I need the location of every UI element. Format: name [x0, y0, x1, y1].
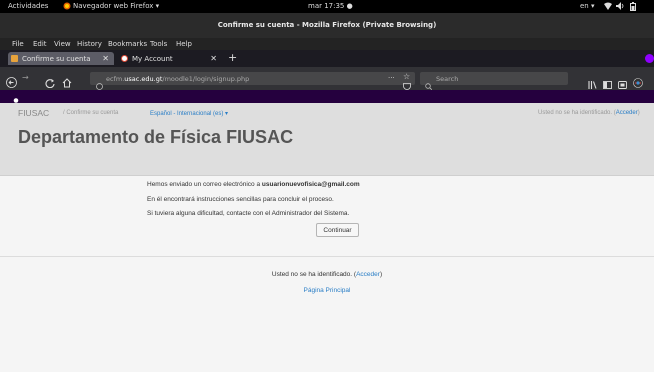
tab-strip: Confirme su cuenta ✕ My Account ✕ +: [0, 50, 654, 67]
private-mask-icon: [645, 54, 654, 63]
continue-button[interactable]: Continuar: [316, 223, 359, 237]
confirmation-message-2: En él encontrará instrucciones sencillas…: [147, 196, 334, 203]
url-prefix: ecfm.: [106, 75, 125, 83]
battery-icon[interactable]: [630, 2, 636, 13]
footer-status-close: ): [379, 271, 383, 278]
login-status: Usted no se ha identificado. (Acceder): [538, 110, 640, 116]
menu-bar: File Edit View History Bookmarks Tools H…: [0, 38, 654, 50]
google-favicon-icon: [121, 55, 128, 62]
search-input[interactable]: Search: [420, 72, 568, 91]
login-status-text: Usted no se ha identificado. (: [538, 110, 616, 116]
gnome-top-bar: Actividades Navegador web Firefox ▾ mar …: [0, 0, 654, 13]
tab-confirme-su-cuenta[interactable]: Confirme su cuenta ✕: [8, 52, 114, 65]
footer-home-link[interactable]: Página Principal: [0, 287, 654, 294]
tab-label: Confirme su cuenta: [22, 55, 91, 63]
window-titlebar: Confirme su cuenta - Mozilla Firefox (Pr…: [0, 13, 654, 38]
window-title: Confirme su cuenta - Mozilla Firefox (Pr…: [217, 21, 437, 29]
menu-view[interactable]: View: [54, 40, 71, 48]
menu-history[interactable]: History: [77, 40, 102, 48]
url-domain: usac.edu.gt: [124, 75, 163, 83]
menu-bookmarks[interactable]: Bookmarks: [108, 40, 147, 48]
login-status-close: ): [637, 110, 640, 116]
message-prefix: Hemos enviado un correo electrónico a: [147, 181, 262, 188]
close-icon[interactable]: ✕: [102, 54, 109, 63]
moodle-favicon-icon: [11, 55, 18, 62]
footer-login-link[interactable]: Acceder: [356, 271, 380, 278]
page-actions-button[interactable]: ···: [388, 74, 395, 82]
confirmation-message-3: Si tuviera alguna dificultad, contacte c…: [147, 210, 350, 217]
bookmark-star-icon[interactable]: ☆: [403, 72, 410, 81]
url-path: /moodle1/login/signup.php: [162, 75, 250, 83]
language-indicator[interactable]: en ▾: [580, 2, 594, 10]
menu-edit[interactable]: Edit: [33, 40, 47, 48]
tab-my-account[interactable]: My Account ✕: [118, 52, 222, 65]
confirmation-message-1: Hemos enviado un correo electrónico a us…: [147, 181, 360, 188]
forward-icon[interactable]: →: [22, 73, 29, 82]
breadcrumb: / Confirme su cuenta: [63, 110, 119, 116]
menu-help[interactable]: Help: [176, 40, 192, 48]
activities-button[interactable]: Actividades: [8, 2, 48, 10]
new-tab-icon[interactable]: +: [228, 51, 237, 64]
email-address: usuarionuevofisica@gmail.com: [261, 181, 360, 188]
app-menu[interactable]: Navegador web Firefox ▾: [73, 2, 159, 10]
footer-login-status: Usted no se ha identificado. (Acceder): [0, 271, 654, 278]
menu-file[interactable]: File: [12, 40, 24, 48]
web-page: FIUSAC / Confirme su cuenta Español - In…: [0, 103, 654, 372]
login-link[interactable]: Acceder: [616, 110, 638, 116]
network-icon[interactable]: [604, 2, 612, 12]
footer-status-text: Usted no se ha identificado. (: [271, 271, 357, 278]
close-icon[interactable]: ✕: [210, 54, 217, 63]
navigation-toolbar: → ecfm.usac.edu.gt/moodle1/login/signup.…: [0, 67, 654, 91]
menu-tools[interactable]: Tools: [150, 40, 167, 48]
page-header: FIUSAC / Confirme su cuenta Español - In…: [0, 103, 654, 176]
url-bar[interactable]: ecfm.usac.edu.gt/moodle1/login/signup.ph…: [90, 72, 415, 90]
search-placeholder: Search: [436, 75, 459, 83]
url-text[interactable]: ecfm.usac.edu.gt/moodle1/login/signup.ph…: [106, 75, 249, 83]
tab-label: My Account: [132, 55, 173, 63]
volume-icon[interactable]: [616, 2, 625, 12]
firefox-icon: [63, 2, 71, 12]
language-menu[interactable]: Español - Internacional (es) ▾: [150, 110, 228, 117]
private-toolbar: [0, 90, 654, 107]
clock[interactable]: mar 17:35 ●: [308, 2, 353, 10]
site-short-name[interactable]: FIUSAC: [18, 108, 49, 118]
page-title: Departamento de Física FIUSAC: [18, 127, 294, 147]
